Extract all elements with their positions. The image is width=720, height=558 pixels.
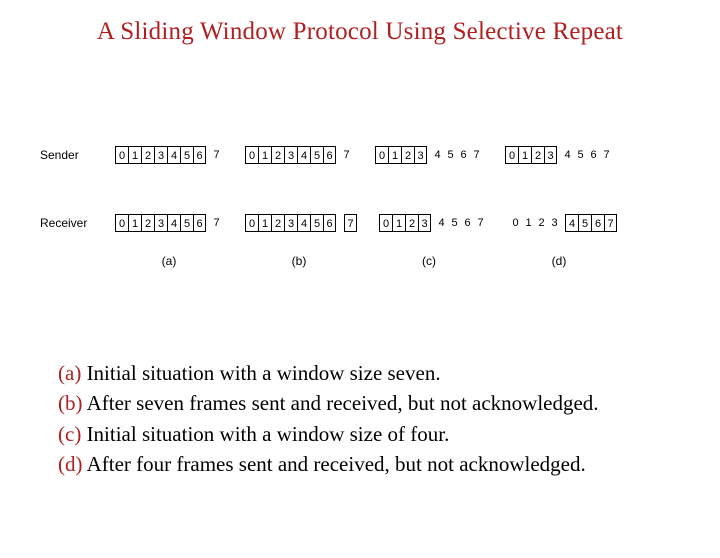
window-cell: 6 xyxy=(591,214,604,232)
window-cell: 5 xyxy=(310,146,323,164)
scenario: 01234567 xyxy=(505,146,613,164)
legend-text: After seven frames sent and received, bu… xyxy=(83,391,599,415)
free-cell: 4 xyxy=(435,214,448,232)
window-cell: 3 xyxy=(414,146,427,164)
free-cell: 2 xyxy=(535,214,548,232)
window-cell: 0 xyxy=(379,214,392,232)
legend-item: (d) After four frames sent and received,… xyxy=(58,449,599,479)
free-cell: 1 xyxy=(522,214,535,232)
window-cell: 2 xyxy=(531,146,544,164)
window-cell: 1 xyxy=(518,146,531,164)
row-sender: Sender 01234567012345670123456701234567 xyxy=(40,141,685,169)
window-cell: 7 xyxy=(344,214,357,232)
legend-item: (a) Initial situation with a window size… xyxy=(58,358,599,388)
scenario: 01234567 xyxy=(115,146,223,164)
window-cell: 6 xyxy=(193,146,206,164)
free-cell: 7 xyxy=(474,214,487,232)
window-cell: 1 xyxy=(258,214,271,232)
scenario: 01234567 xyxy=(245,146,353,164)
scenario: 01234567 xyxy=(115,214,223,232)
free-cell: 6 xyxy=(461,214,474,232)
scenario: 01234567 xyxy=(509,214,617,232)
window-cell: 5 xyxy=(310,214,323,232)
free-cell: 5 xyxy=(448,214,461,232)
free-cell: 4 xyxy=(561,146,574,164)
scenario-caption: (a) xyxy=(115,254,223,268)
window-cell: 6 xyxy=(193,214,206,232)
window-cell: 3 xyxy=(284,146,297,164)
scenario-caption: (d) xyxy=(505,254,613,268)
window-cell: 5 xyxy=(180,214,193,232)
window-cell: 7 xyxy=(604,214,617,232)
window-cell: 0 xyxy=(245,214,258,232)
legend-item: (b) After seven frames sent and received… xyxy=(58,388,599,418)
legend-key: (d) xyxy=(58,452,83,476)
window-cell: 2 xyxy=(271,146,284,164)
window-cell: 1 xyxy=(128,146,141,164)
window-cell: 0 xyxy=(115,214,128,232)
page-title: A Sliding Window Protocol Using Selectiv… xyxy=(0,18,720,46)
free-cell: 6 xyxy=(457,146,470,164)
legend-item: (c) Initial situation with a window size… xyxy=(58,419,599,449)
legend-text: After four frames sent and received, but… xyxy=(83,452,586,476)
sender-scenarios: 01234567012345670123456701234567 xyxy=(115,146,613,164)
free-cell: 4 xyxy=(431,146,444,164)
scenario-caption: (c) xyxy=(375,254,483,268)
row-captions: (a) (b) (c) (d) xyxy=(40,251,685,271)
free-cell: 5 xyxy=(444,146,457,164)
free-cell: 0 xyxy=(509,214,522,232)
window-cell: 2 xyxy=(401,146,414,164)
window-cell: 3 xyxy=(284,214,297,232)
window-cell: 5 xyxy=(578,214,591,232)
row-receiver: Receiver 0123456701234567012345670123456… xyxy=(40,209,685,237)
window-cell: 4 xyxy=(297,146,310,164)
window-cell: 6 xyxy=(323,146,336,164)
free-cell: 7 xyxy=(470,146,483,164)
free-cell: 7 xyxy=(600,146,613,164)
window-cell: 0 xyxy=(375,146,388,164)
legend-key: (a) xyxy=(58,361,81,385)
free-cell: 7 xyxy=(210,214,223,232)
legend-key: (c) xyxy=(58,422,81,446)
window-cell: 3 xyxy=(418,214,431,232)
free-cell: 6 xyxy=(587,146,600,164)
legend: (a) Initial situation with a window size… xyxy=(58,358,599,480)
window-cell: 1 xyxy=(258,146,271,164)
free-cell: 3 xyxy=(548,214,561,232)
legend-key: (b) xyxy=(58,391,83,415)
window-cell: 2 xyxy=(141,146,154,164)
window-cell: 0 xyxy=(245,146,258,164)
row-label-sender: Sender xyxy=(40,148,115,162)
free-cell: 5 xyxy=(574,146,587,164)
window-cell: 3 xyxy=(544,146,557,164)
window-cell: 4 xyxy=(565,214,578,232)
legend-text: Initial situation with a window size of … xyxy=(81,422,449,446)
window-cell: 6 xyxy=(323,214,336,232)
window-cell: 0 xyxy=(115,146,128,164)
scenario: 01234567 xyxy=(379,214,487,232)
scenario: 01234567 xyxy=(245,214,357,232)
window-cell: 1 xyxy=(392,214,405,232)
window-cell: 2 xyxy=(405,214,418,232)
scenario-caption: (b) xyxy=(245,254,353,268)
window-cell: 4 xyxy=(167,146,180,164)
row-label-receiver: Receiver xyxy=(40,216,115,230)
window-cell: 2 xyxy=(141,214,154,232)
window-cell: 1 xyxy=(128,214,141,232)
free-cell: 7 xyxy=(340,146,353,164)
scenario: 01234567 xyxy=(375,146,483,164)
legend-text: Initial situation with a window size sev… xyxy=(81,361,440,385)
window-cell: 3 xyxy=(154,214,167,232)
window-cell: 0 xyxy=(505,146,518,164)
window-cell: 1 xyxy=(388,146,401,164)
window-cell: 4 xyxy=(297,214,310,232)
window-cell: 4 xyxy=(167,214,180,232)
caption-scenarios: (a) (b) (c) (d) xyxy=(115,254,613,268)
window-diagram: Sender 01234567012345670123456701234567 … xyxy=(40,123,685,271)
window-cell: 2 xyxy=(271,214,284,232)
free-cell: 7 xyxy=(210,146,223,164)
receiver-scenarios: 01234567012345670123456701234567 xyxy=(115,214,617,232)
window-cell: 5 xyxy=(180,146,193,164)
window-cell: 3 xyxy=(154,146,167,164)
